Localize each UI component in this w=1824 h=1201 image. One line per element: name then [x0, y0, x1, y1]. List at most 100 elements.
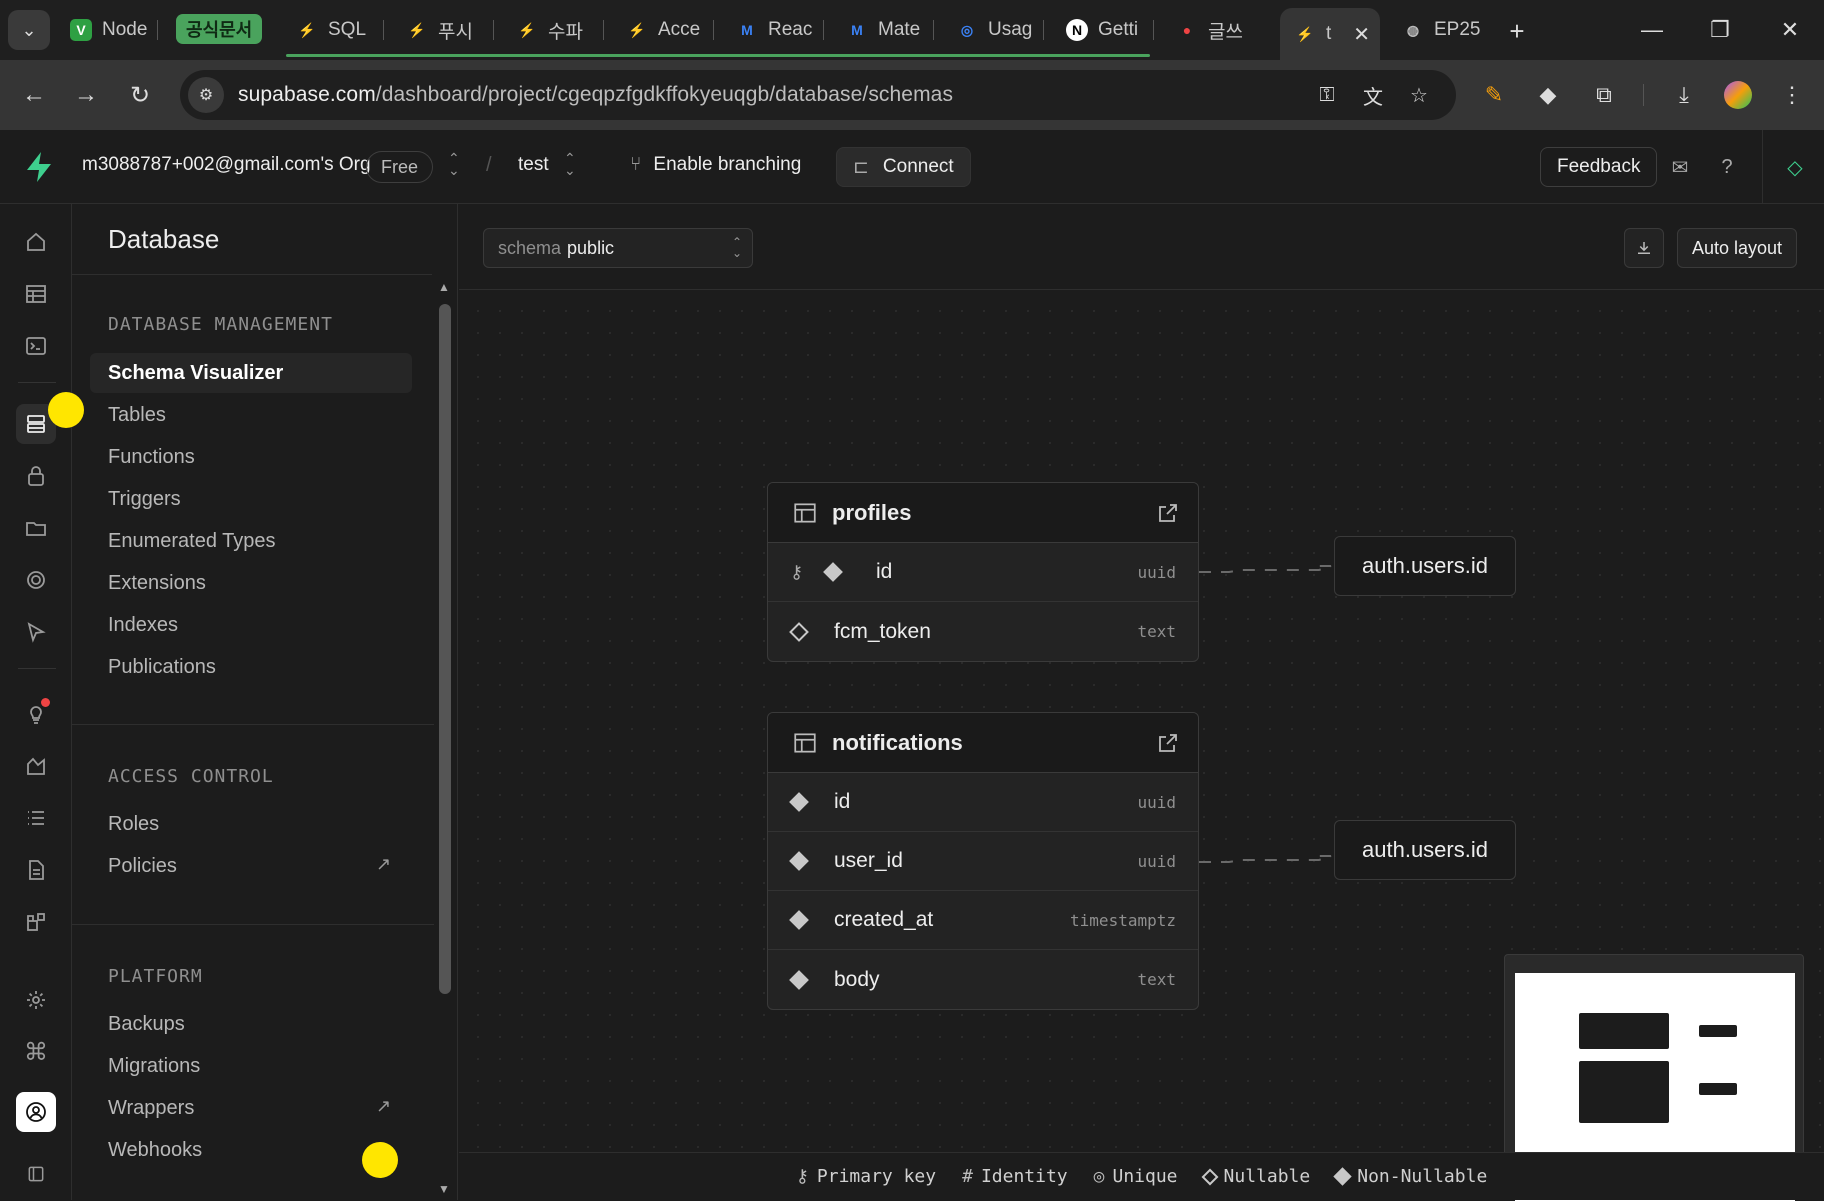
menu-item-migrations[interactable]: Migrations	[90, 1046, 488, 1086]
translate-icon[interactable]: 文	[1356, 78, 1390, 112]
menu-item-webhooks[interactable]: Webhooks	[90, 1130, 488, 1170]
column-type: text	[1137, 970, 1176, 989]
tab-label: SQL	[328, 19, 367, 40]
reference-node[interactable]: auth.users.id	[1334, 820, 1516, 880]
menu-item-tables[interactable]: Tables	[90, 395, 488, 435]
column-row[interactable]: id uuid	[768, 773, 1198, 832]
browser-tab[interactable]: ⚡ SQL	[286, 10, 384, 50]
open-external-icon[interactable]	[1156, 731, 1180, 760]
enable-branching-button[interactable]: ⑂ Enable branching	[630, 154, 801, 176]
table-editor-icon[interactable]	[16, 274, 56, 314]
open-external-icon[interactable]	[1156, 501, 1180, 530]
scroll-up-arrow[interactable]: ▲	[438, 280, 450, 294]
schema-legend: ⚷ Primary key # Identity ◎ Unique Nullable …	[459, 1152, 1824, 1200]
inbox-icon[interactable]: ✉	[1665, 152, 1695, 182]
menu-item-publications[interactable]: Publications	[90, 647, 488, 687]
menu-item-wrappers[interactable]: Wrappers	[90, 1088, 488, 1128]
extensions-puzzle-icon[interactable]: ⧉	[1586, 77, 1622, 113]
supabase-logo-icon[interactable]	[22, 150, 56, 189]
column-row[interactable]: body text	[768, 950, 1198, 1009]
restore-icon[interactable]: ❐	[1700, 12, 1740, 48]
storage-icon[interactable]	[16, 508, 56, 548]
scroll-down-arrow[interactable]: ▼	[438, 1182, 450, 1196]
menu-item-functions[interactable]: Functions	[90, 437, 488, 477]
menu-item-schema-visualizer[interactable]: Schema Visualizer	[90, 353, 412, 393]
browser-tab[interactable]: ◍ EP25	[1392, 10, 1492, 50]
collapse-sidebar-icon[interactable]	[16, 1154, 56, 1194]
org-name[interactable]: m3088787+002@gmail.com's Org	[82, 154, 371, 176]
site-info-icon[interactable]: ⚙	[188, 77, 224, 113]
browser-tab[interactable]: ⚡ 수파	[506, 10, 604, 50]
column-row[interactable]: fcm_token text	[768, 602, 1198, 661]
vue-icon: V	[70, 19, 92, 41]
tab-search-button[interactable]: ⌄	[8, 10, 50, 50]
menu-item-roles[interactable]: Roles	[90, 804, 488, 844]
close-window-icon[interactable]: ✕	[1770, 12, 1810, 48]
legend-label: Primary key	[816, 1166, 937, 1187]
minimize-icon[interactable]: —	[1632, 12, 1672, 48]
sidebar-scrollbar[interactable]	[439, 304, 451, 994]
browser-tab[interactable]: ◎ Usag	[946, 10, 1044, 50]
profile-avatar[interactable]	[1720, 77, 1756, 113]
nextjs-icon: N	[1066, 19, 1088, 41]
reload-icon[interactable]: ↻	[122, 77, 158, 113]
menu-item-extensions[interactable]: Extensions	[90, 563, 488, 603]
table-node-profiles[interactable]: profiles ⚷ id uuid fcm_token text	[767, 482, 1199, 662]
command-menu-icon[interactable]: ⌘	[16, 1032, 56, 1072]
reports-icon[interactable]	[16, 746, 56, 786]
tab-group-label[interactable]: 공식문서	[176, 14, 263, 44]
column-row[interactable]: created_at timestamptz	[768, 891, 1198, 950]
extension-dev-icon[interactable]: ◆	[1530, 77, 1566, 113]
address-bar[interactable]: ⚙ supabase.com/dashboard/project/cgeqpzf…	[180, 70, 1456, 120]
menu-item-backups[interactable]: Backups	[90, 1004, 488, 1044]
browser-tab[interactable]: ⚡ Acce	[616, 10, 714, 50]
new-tab-button[interactable]: +	[1500, 14, 1534, 48]
close-tab-icon[interactable]: ✕	[1353, 22, 1370, 47]
help-icon[interactable]: ?	[1712, 152, 1742, 182]
browser-tab[interactable]: ● 글쓰	[1166, 10, 1264, 50]
connect-button[interactable]: ⊏ Connect	[836, 147, 971, 187]
menu-item-triggers[interactable]: Triggers	[90, 479, 488, 519]
forward-icon[interactable]: →	[68, 77, 104, 113]
project-switcher-icon[interactable]: ⌃ ⌄	[564, 151, 576, 177]
legend-label: Identity	[980, 1166, 1068, 1187]
chrome-menu-icon[interactable]: ⋮	[1774, 77, 1810, 113]
edge-functions-icon[interactable]	[16, 612, 56, 652]
key-icon[interactable]: ⚿	[1310, 78, 1344, 112]
api-docs-icon[interactable]	[16, 850, 56, 890]
bookmark-star-icon[interactable]: ☆	[1402, 78, 1436, 112]
browser-tab[interactable]: N Getti	[1056, 10, 1154, 50]
schema-canvas[interactable]: schema public ⌃ ⌄ Auto layout profiles ⚷ …	[459, 204, 1824, 1201]
settings-gear-icon[interactable]	[16, 980, 56, 1020]
browser-tab[interactable]: ⚡ 푸시	[396, 10, 494, 50]
browser-tab[interactable]: M Reac	[726, 10, 824, 50]
ai-assistant-icon[interactable]: ◇	[1780, 152, 1810, 182]
org-switcher-icon[interactable]: ⌃ ⌄	[448, 151, 460, 177]
menu-item-indexes[interactable]: Indexes	[90, 605, 488, 645]
feedback-button[interactable]: Feedback	[1540, 147, 1658, 187]
globe-icon: ◍	[1406, 21, 1420, 38]
notification-dot	[41, 698, 50, 707]
user-avatar[interactable]	[16, 1092, 56, 1132]
auth-lock-icon[interactable]	[16, 456, 56, 496]
browser-tab[interactable]: V Node	[60, 10, 158, 50]
realtime-icon[interactable]	[16, 560, 56, 600]
download-icon[interactable]: ⤓	[1666, 77, 1702, 113]
menu-item-policies[interactable]: Policies	[90, 846, 488, 886]
sql-editor-icon[interactable]	[16, 326, 56, 366]
column-row[interactable]: user_id uuid	[768, 832, 1198, 891]
back-icon[interactable]: ←	[16, 77, 52, 113]
column-row[interactable]: ⚷ id uuid	[768, 543, 1198, 602]
browser-tab[interactable]: M Mate	[836, 10, 934, 50]
integrations-icon[interactable]	[16, 902, 56, 942]
table-node-notifications[interactable]: notifications id uuid user_id uuid creat…	[767, 712, 1199, 1010]
plan-badge: Free	[366, 151, 434, 183]
extension-color-icon[interactable]: ✎	[1476, 77, 1512, 113]
home-icon[interactable]	[16, 222, 56, 262]
project-name[interactable]: test	[518, 154, 549, 176]
advisors-bulb-icon[interactable]	[16, 694, 56, 734]
logs-icon[interactable]	[16, 798, 56, 838]
browser-tab-active[interactable]: ⚡ t ✕	[1280, 8, 1380, 60]
menu-item-enumerated-types[interactable]: Enumerated Types	[90, 521, 488, 561]
reference-node[interactable]: auth.users.id	[1334, 536, 1516, 596]
